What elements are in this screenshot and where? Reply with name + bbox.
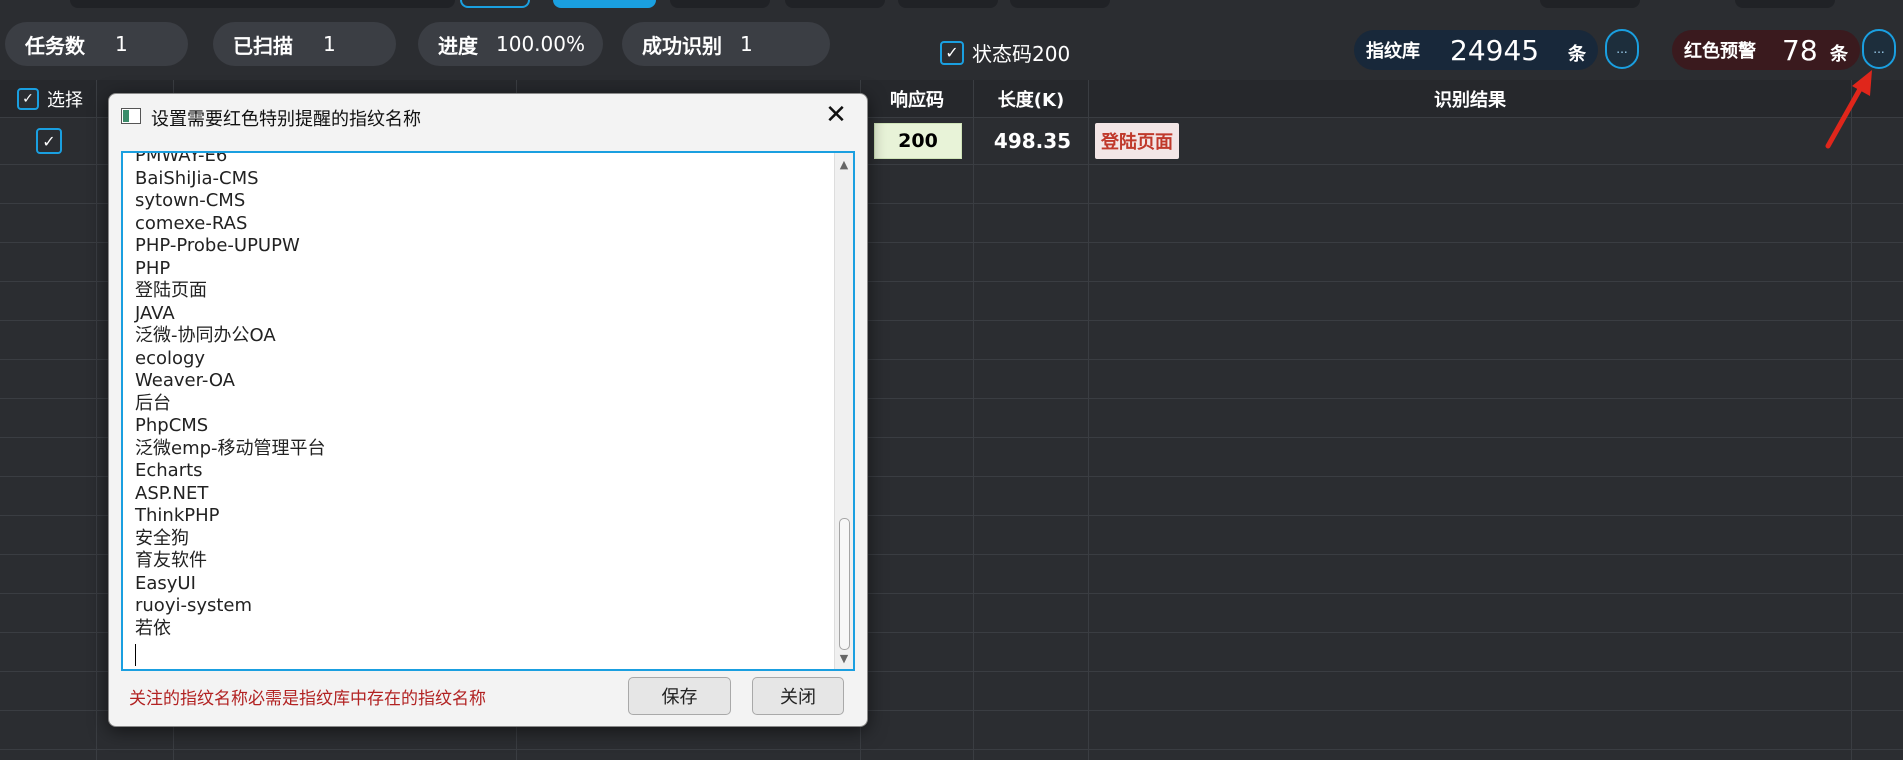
fingerprint-name-line: sytown-CMS <box>135 190 246 211</box>
status-200-checkbox[interactable]: ✓ <box>940 40 964 65</box>
fingerprint-name-line: EasyUI <box>135 572 196 594</box>
fingerprint-name-line: 育友软件 <box>135 550 207 571</box>
scroll-thumb[interactable] <box>839 518 850 650</box>
red-alert-unit: 条 <box>1830 44 1848 65</box>
row-length: 498.35 <box>993 129 1072 153</box>
fingerprint-name-line: JAVA <box>135 302 175 324</box>
fingerprint-library-more-button[interactable]: ... <box>1605 29 1639 69</box>
fingerprint-name-line: 登陆页面 <box>135 280 207 301</box>
fingerprint-name-line: 安全狗 <box>135 527 189 549</box>
save-button[interactable]: 保存 <box>628 677 731 715</box>
fingerprint-name-line: ASP.NET <box>135 482 209 504</box>
fingerprint-name-line: PMWAY-E6 <box>135 151 228 166</box>
top-button-remnant[interactable] <box>785 0 885 8</box>
fingerprint-name-line: BaiShiJia-CMS <box>135 167 259 189</box>
close-button[interactable]: 关闭 <box>752 677 844 715</box>
red-alert-settings-dialog: 设置需要红色特别提醒的指纹名称 ✕ PMWAY-E6 BaiShiJia-CMS s… <box>108 93 868 727</box>
fingerprint-name-line: PHP-Probe-UPUPW <box>135 235 300 256</box>
header-result[interactable]: 识别结果 <box>1089 80 1851 117</box>
stat-label: 进度 <box>438 33 478 58</box>
top-button-remnant[interactable] <box>670 0 770 8</box>
textarea-scrollbar[interactable]: ▲ ▼ <box>834 153 853 669</box>
stat-label: 已扫描 <box>233 33 293 58</box>
red-arrow-annotation <box>1825 70 1872 149</box>
row-select-checkbox[interactable]: ✓ <box>36 128 62 154</box>
top-button-remnant[interactable] <box>460 0 530 8</box>
fingerprint-name-line: comexe-RAS <box>135 212 248 234</box>
row-status-code: 200 <box>874 123 962 159</box>
scroll-up-icon[interactable]: ▲ <box>835 155 853 173</box>
fingerprint-name-line: ruoyi-system <box>135 595 253 616</box>
fingerprint-name-line: PHP <box>135 257 171 279</box>
fingerprint-name-line: 若依 <box>135 617 171 639</box>
top-button-remnant[interactable] <box>1010 0 1110 8</box>
fingerprint-name-line: 泛微-协同办公OA <box>135 325 276 346</box>
stat-task-count: 任务数 1 <box>5 22 188 66</box>
red-alert-count: 78 <box>1782 33 1818 67</box>
top-button-remnant[interactable] <box>1735 0 1835 8</box>
stat-value: 1 <box>323 32 336 56</box>
select-all-header[interactable]: ✓ 选择 <box>10 80 90 117</box>
select-header-label: 选择 <box>47 89 83 111</box>
select-all-checkbox[interactable]: ✓ <box>17 87 39 110</box>
fingerprint-name-line: ThinkPHP <box>135 505 220 526</box>
fingerprint-library-label: 指纹库 <box>1366 41 1420 62</box>
stat-progress: 进度 100.00% <box>418 22 603 66</box>
red-alert-counter: 红色预警 78 条 <box>1672 30 1860 70</box>
top-button-remnant[interactable] <box>898 0 998 8</box>
row-result-tag[interactable]: 登陆页面 <box>1095 123 1179 159</box>
fingerprint-name-line: 泛微emp-移动管理平台 <box>135 437 326 459</box>
fingerprint-name-list: PMWAY-E6 BaiShiJia-CMS sytown-CMS comexe-RA… <box>135 151 326 666</box>
fingerprint-name-line: Echarts <box>135 460 203 481</box>
fingerprint-names-textarea[interactable]: PMWAY-E6 BaiShiJia-CMS sytown-CMS comexe-RA… <box>121 151 855 671</box>
fingerprint-library-unit: 条 <box>1568 44 1586 65</box>
dialog-title: 设置需要红色特别提醒的指纹名称 <box>151 109 421 130</box>
header-status-code[interactable]: 响应码 <box>861 80 973 117</box>
header-length[interactable]: 长度(K) <box>974 80 1088 117</box>
top-button-remnant[interactable] <box>1540 0 1640 8</box>
dialog-note: 关注的指纹名称必需是指纹库中存在的指纹名称 <box>129 689 486 709</box>
text-caret <box>135 644 136 666</box>
stat-value: 1 <box>115 32 128 56</box>
app-icon <box>121 108 141 124</box>
fingerprint-name-line: 后台 <box>135 392 171 414</box>
red-alert-more-button[interactable]: ... <box>1862 29 1896 69</box>
close-icon[interactable]: ✕ <box>821 100 851 130</box>
stat-identified: 成功识别 1 <box>622 22 830 66</box>
stat-scanned: 已扫描 1 <box>213 22 396 66</box>
fingerprint-library-count: 24945 <box>1450 33 1540 67</box>
dialog-titlebar[interactable]: 设置需要红色特别提醒的指纹名称 ✕ <box>109 94 867 138</box>
red-alert-label: 红色预警 <box>1684 41 1756 62</box>
top-toolbar-remnant <box>0 0 1903 8</box>
fingerprint-name-line: PhpCMS <box>135 415 209 436</box>
stat-label: 任务数 <box>25 33 85 58</box>
stat-label: 成功识别 <box>642 33 722 58</box>
fingerprint-name-line: ecology <box>135 347 206 369</box>
status-200-filter[interactable]: ✓ 状态码200 <box>940 38 1070 67</box>
stat-value: 100.00% <box>496 32 585 56</box>
stat-value: 1 <box>740 32 753 56</box>
top-input-remnant[interactable] <box>70 0 455 8</box>
fingerprint-library-counter: 指纹库 24945 条 <box>1354 30 1598 70</box>
top-active-button-remnant[interactable] <box>553 0 656 8</box>
fingerprint-name-line: Weaver-OA <box>135 370 235 391</box>
scroll-down-icon[interactable]: ▼ <box>835 649 853 667</box>
status-200-label: 状态码200 <box>972 42 1071 66</box>
